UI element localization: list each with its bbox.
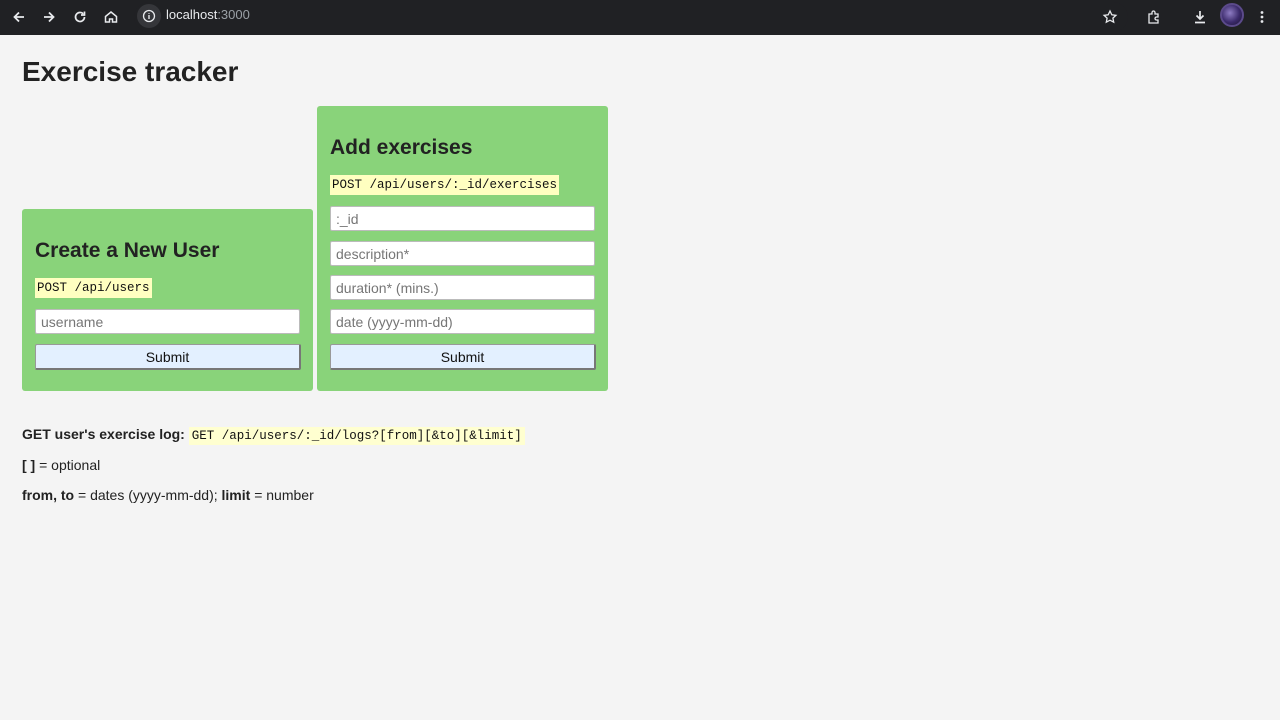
exercise-log-endpoint: GET /api/users/:_id/logs?[from][&to][&li… xyxy=(188,427,525,445)
create-user-endpoint: POST /api/users xyxy=(35,278,152,298)
download-icon[interactable] xyxy=(1187,4,1213,30)
address-bar[interactable] xyxy=(134,2,1128,32)
user-id-input[interactable] xyxy=(330,206,595,231)
exercise-log-label: GET user's exercise log: xyxy=(22,426,185,442)
profile-avatar[interactable] xyxy=(1220,3,1244,27)
bookmark-star-icon[interactable] xyxy=(1097,4,1123,30)
from-to-text: = dates (yyyy-mm-dd); xyxy=(74,487,222,503)
limit-key: limit xyxy=(221,487,251,503)
username-input[interactable] xyxy=(35,309,300,334)
limit-text: = number xyxy=(250,487,314,503)
exercise-log-line: GET user's exercise log: GET /api/users/… xyxy=(22,426,525,445)
add-exercises-title: Add exercises xyxy=(330,136,473,159)
optional-note: [ ] = optional xyxy=(22,457,100,473)
create-user-title: Create a New User xyxy=(35,239,220,262)
reload-icon[interactable] xyxy=(67,4,93,30)
optional-text: = optional xyxy=(35,457,101,473)
url-text[interactable]: localhost:3000 xyxy=(166,7,250,22)
site-info-icon[interactable] xyxy=(137,4,161,28)
back-icon[interactable] xyxy=(6,4,32,30)
add-exercise-submit-button[interactable]: Submit xyxy=(330,344,596,370)
params-note: from, to = dates (yyyy-mm-dd); limit = n… xyxy=(22,487,314,503)
menu-kebab-icon[interactable] xyxy=(1249,4,1275,30)
date-input[interactable] xyxy=(330,309,595,334)
page-title: Exercise tracker xyxy=(22,56,239,87)
add-exercises-form: Add exercises POST /api/users/:_id/exerc… xyxy=(317,106,608,391)
url-host: localhost xyxy=(166,7,218,22)
duration-input[interactable] xyxy=(330,275,595,300)
create-user-form: Create a New User POST /api/users Submit xyxy=(22,209,313,391)
browser-toolbar: localhost:3000 xyxy=(0,0,1280,35)
forward-icon[interactable] xyxy=(36,4,62,30)
optional-key: [ ] xyxy=(22,457,36,473)
home-icon[interactable] xyxy=(98,4,124,30)
url-port: :3000 xyxy=(217,7,250,22)
extensions-icon[interactable] xyxy=(1141,4,1167,30)
add-exercises-endpoint: POST /api/users/:_id/exercises xyxy=(330,175,560,195)
description-input[interactable] xyxy=(330,241,595,266)
from-to-key: from, to xyxy=(22,487,75,503)
create-user-submit-button[interactable]: Submit xyxy=(35,344,301,370)
